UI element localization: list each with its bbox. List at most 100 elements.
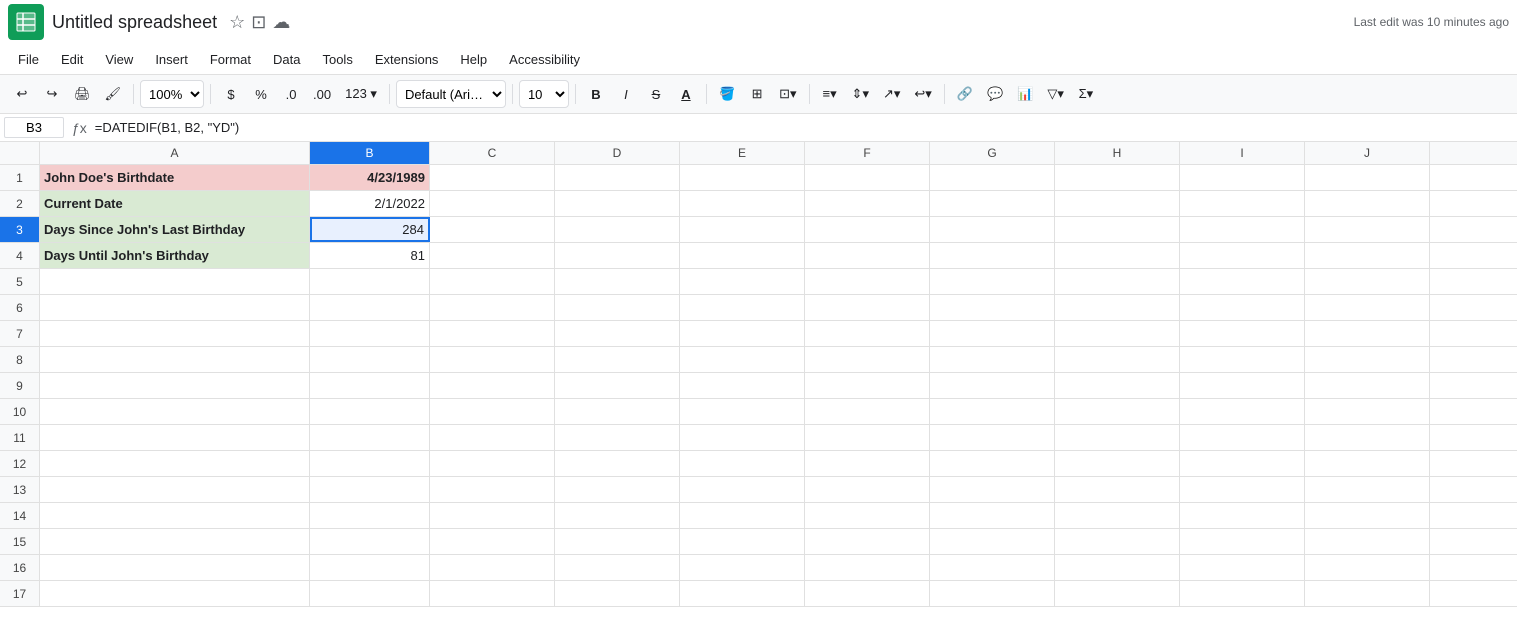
cell-a7[interactable] bbox=[40, 321, 310, 346]
cell-e12[interactable] bbox=[680, 451, 805, 476]
row-number-2[interactable]: 2 bbox=[0, 191, 40, 216]
row-number-4[interactable]: 4 bbox=[0, 243, 40, 268]
cell-c5[interactable] bbox=[430, 269, 555, 294]
cell-d3[interactable] bbox=[555, 217, 680, 242]
cell-a2[interactable]: Current Date bbox=[40, 191, 310, 216]
cell-i15[interactable] bbox=[1180, 529, 1305, 554]
cell-g17[interactable] bbox=[930, 581, 1055, 606]
row-number-12[interactable]: 12 bbox=[0, 451, 40, 476]
cell-g1[interactable] bbox=[930, 165, 1055, 190]
cell-h7[interactable] bbox=[1055, 321, 1180, 346]
formula-input[interactable]: =DATEDIF(B1, B2, "YD") bbox=[95, 120, 1513, 135]
cell-i17[interactable] bbox=[1180, 581, 1305, 606]
row-number-15[interactable]: 15 bbox=[0, 529, 40, 554]
cell-d2[interactable] bbox=[555, 191, 680, 216]
cell-b17[interactable] bbox=[310, 581, 430, 606]
cell-c3[interactable] bbox=[430, 217, 555, 242]
cell-e3[interactable] bbox=[680, 217, 805, 242]
cell-d6[interactable] bbox=[555, 295, 680, 320]
function-button[interactable]: Σ▾ bbox=[1072, 80, 1100, 108]
cell-reference-input[interactable]: B3 bbox=[4, 117, 64, 138]
col-header-j[interactable]: J bbox=[1305, 142, 1430, 164]
cell-h6[interactable] bbox=[1055, 295, 1180, 320]
cell-a8[interactable] bbox=[40, 347, 310, 372]
bold-button[interactable]: B bbox=[582, 80, 610, 108]
cell-c2[interactable] bbox=[430, 191, 555, 216]
cell-a15[interactable] bbox=[40, 529, 310, 554]
cell-f10[interactable] bbox=[805, 399, 930, 424]
cell-d7[interactable] bbox=[555, 321, 680, 346]
h-align-button[interactable]: ≡▾ bbox=[816, 80, 844, 108]
cloud-icon[interactable]: ☁ bbox=[272, 12, 290, 33]
cell-g15[interactable] bbox=[930, 529, 1055, 554]
cell-b7[interactable] bbox=[310, 321, 430, 346]
cell-c17[interactable] bbox=[430, 581, 555, 606]
undo-button[interactable]: ↩ bbox=[8, 80, 36, 108]
cell-f4[interactable] bbox=[805, 243, 930, 268]
menu-data[interactable]: Data bbox=[263, 48, 310, 71]
menu-file[interactable]: File bbox=[8, 48, 49, 71]
cell-j12[interactable] bbox=[1305, 451, 1430, 476]
cell-g9[interactable] bbox=[930, 373, 1055, 398]
cell-h11[interactable] bbox=[1055, 425, 1180, 450]
cell-a6[interactable] bbox=[40, 295, 310, 320]
cell-i2[interactable] bbox=[1180, 191, 1305, 216]
cell-f17[interactable] bbox=[805, 581, 930, 606]
row-number-13[interactable]: 13 bbox=[0, 477, 40, 502]
menu-insert[interactable]: Insert bbox=[145, 48, 198, 71]
cell-d13[interactable] bbox=[555, 477, 680, 502]
cell-d5[interactable] bbox=[555, 269, 680, 294]
row-number-6[interactable]: 6 bbox=[0, 295, 40, 320]
cell-h14[interactable] bbox=[1055, 503, 1180, 528]
cell-f15[interactable] bbox=[805, 529, 930, 554]
cell-i4[interactable] bbox=[1180, 243, 1305, 268]
cell-b16[interactable] bbox=[310, 555, 430, 580]
cell-f1[interactable] bbox=[805, 165, 930, 190]
cell-i14[interactable] bbox=[1180, 503, 1305, 528]
font-select[interactable]: Default (Ari… bbox=[396, 80, 506, 108]
cell-f5[interactable] bbox=[805, 269, 930, 294]
cell-j9[interactable] bbox=[1305, 373, 1430, 398]
v-align-button[interactable]: ⇕▾ bbox=[846, 80, 875, 108]
cell-e1[interactable] bbox=[680, 165, 805, 190]
cell-i3[interactable] bbox=[1180, 217, 1305, 242]
cell-j6[interactable] bbox=[1305, 295, 1430, 320]
cell-a16[interactable] bbox=[40, 555, 310, 580]
col-header-a[interactable]: A bbox=[40, 142, 310, 164]
cell-c16[interactable] bbox=[430, 555, 555, 580]
cell-a13[interactable] bbox=[40, 477, 310, 502]
col-header-i[interactable]: I bbox=[1180, 142, 1305, 164]
cell-d15[interactable] bbox=[555, 529, 680, 554]
cell-b2[interactable]: 2/1/2022 bbox=[310, 191, 430, 216]
col-header-c[interactable]: C bbox=[430, 142, 555, 164]
redo-button[interactable]: ↪ bbox=[38, 80, 66, 108]
cell-e11[interactable] bbox=[680, 425, 805, 450]
dec2-button[interactable]: .00 bbox=[307, 80, 337, 108]
cell-g5[interactable] bbox=[930, 269, 1055, 294]
cell-j7[interactable] bbox=[1305, 321, 1430, 346]
cell-d4[interactable] bbox=[555, 243, 680, 268]
cell-g8[interactable] bbox=[930, 347, 1055, 372]
cell-g11[interactable] bbox=[930, 425, 1055, 450]
cell-i5[interactable] bbox=[1180, 269, 1305, 294]
cell-c4[interactable] bbox=[430, 243, 555, 268]
cell-d16[interactable] bbox=[555, 555, 680, 580]
cell-h4[interactable] bbox=[1055, 243, 1180, 268]
cell-b6[interactable] bbox=[310, 295, 430, 320]
cell-b1[interactable]: 4/23/1989 bbox=[310, 165, 430, 190]
italic-button[interactable]: I bbox=[612, 80, 640, 108]
cell-d10[interactable] bbox=[555, 399, 680, 424]
cell-c1[interactable] bbox=[430, 165, 555, 190]
cell-j14[interactable] bbox=[1305, 503, 1430, 528]
cell-e17[interactable] bbox=[680, 581, 805, 606]
cell-j13[interactable] bbox=[1305, 477, 1430, 502]
cell-d8[interactable] bbox=[555, 347, 680, 372]
cell-j3[interactable] bbox=[1305, 217, 1430, 242]
cell-h16[interactable] bbox=[1055, 555, 1180, 580]
cell-h5[interactable] bbox=[1055, 269, 1180, 294]
cell-j11[interactable] bbox=[1305, 425, 1430, 450]
row-number-1[interactable]: 1 bbox=[0, 165, 40, 190]
col-header-e[interactable]: E bbox=[680, 142, 805, 164]
cell-j10[interactable] bbox=[1305, 399, 1430, 424]
menu-format[interactable]: Format bbox=[200, 48, 261, 71]
